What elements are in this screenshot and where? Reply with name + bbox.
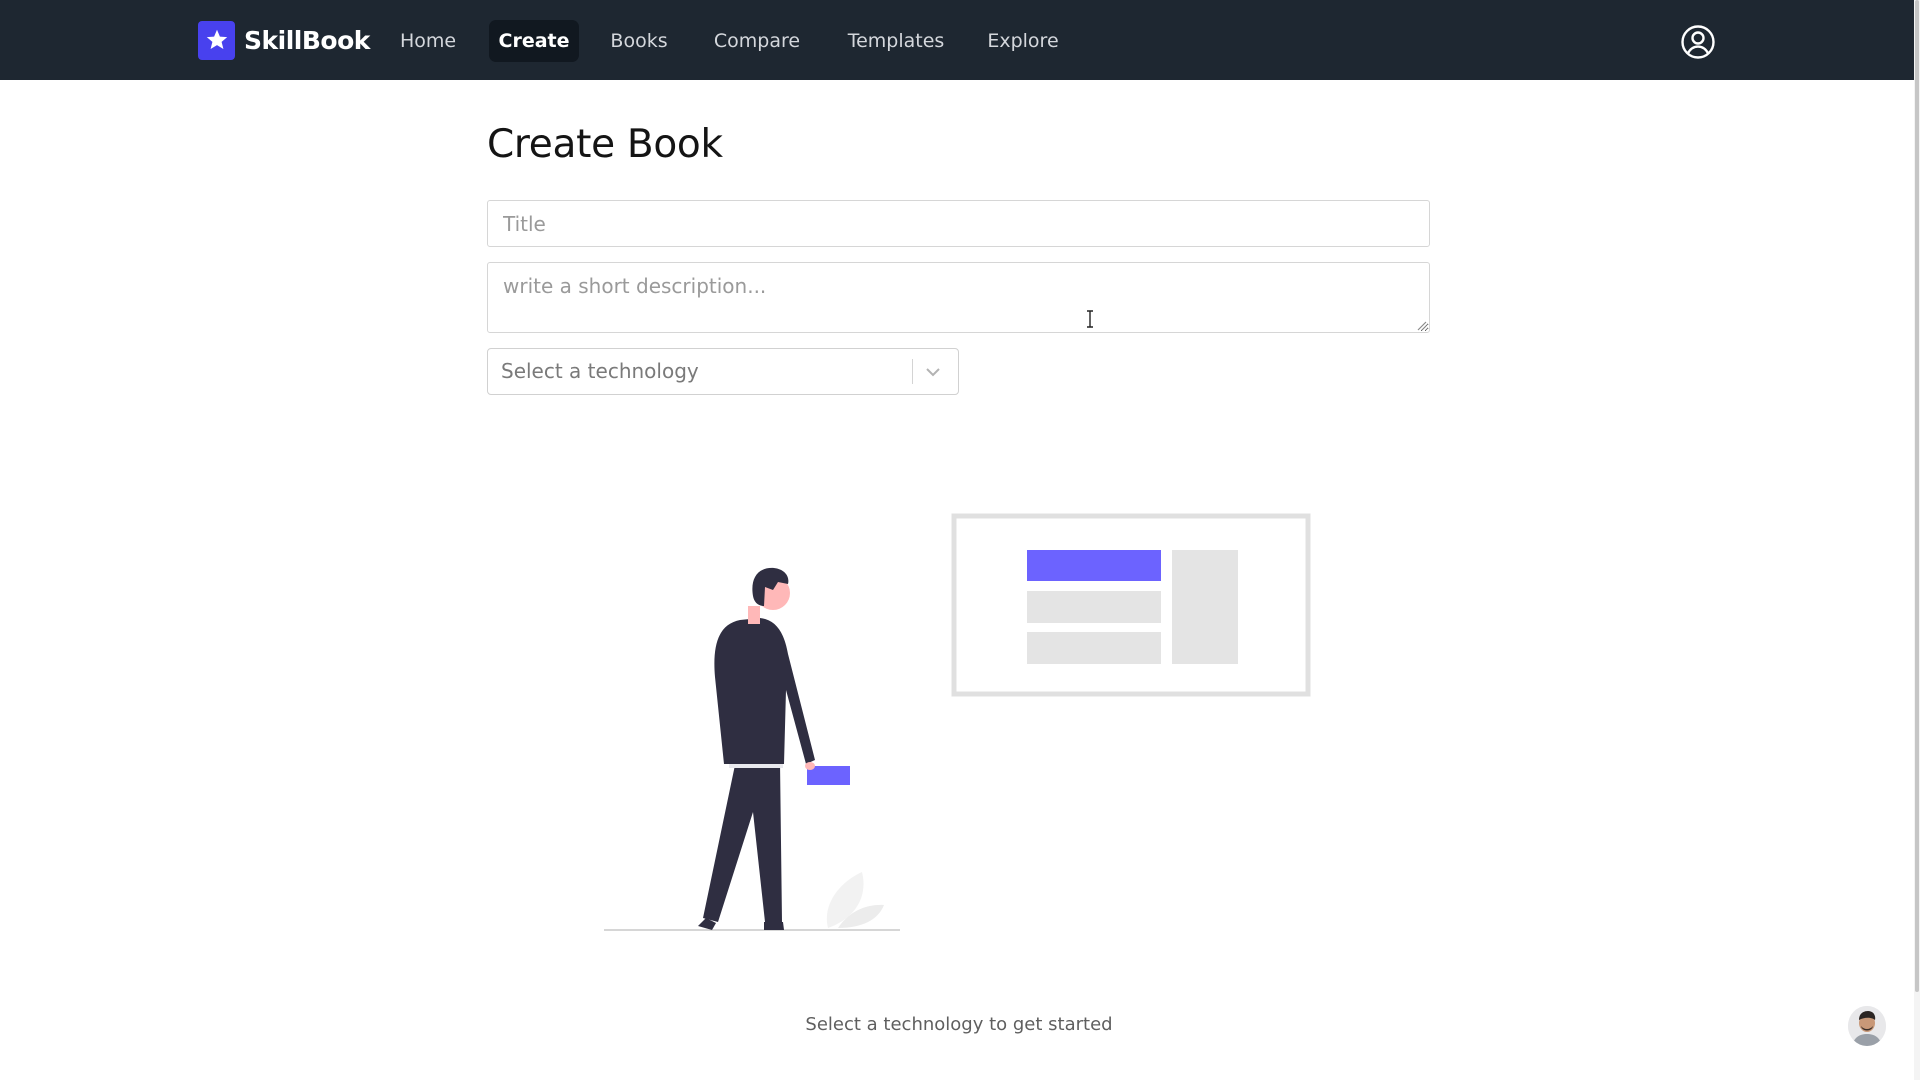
resize-handle-icon[interactable] bbox=[1416, 320, 1427, 331]
brand-logo[interactable]: SkillBook bbox=[198, 19, 370, 61]
page-title: Create Book bbox=[487, 122, 723, 167]
person-with-layout-illustration bbox=[604, 513, 1311, 931]
top-navbar: SkillBook Home Create Books Compare Temp… bbox=[0, 0, 1920, 80]
presenter-avatar bbox=[1848, 1006, 1886, 1046]
nav-create[interactable]: Create bbox=[489, 20, 579, 62]
user-circle-icon[interactable] bbox=[1680, 24, 1716, 60]
nav-compare[interactable]: Compare bbox=[704, 20, 810, 62]
chevron-down-icon[interactable] bbox=[923, 362, 943, 382]
title-input[interactable] bbox=[487, 200, 1430, 247]
scrollbar-thumb[interactable] bbox=[1915, 0, 1919, 992]
nav-explore[interactable]: Explore bbox=[982, 20, 1064, 62]
brand-name: SkillBook bbox=[244, 25, 370, 55]
select-divider bbox=[912, 359, 913, 384]
empty-state-message: Select a technology to get started bbox=[805, 1014, 1113, 1035]
nav-home[interactable]: Home bbox=[389, 20, 467, 62]
technology-select[interactable]: Select a technology bbox=[487, 348, 959, 395]
nav-templates[interactable]: Templates bbox=[840, 20, 952, 62]
technology-select-placeholder: Select a technology bbox=[501, 359, 699, 383]
nav-books[interactable]: Books bbox=[604, 20, 674, 62]
create-book-page: SkillBook Home Create Books Compare Temp… bbox=[0, 0, 1920, 1080]
description-textarea[interactable] bbox=[487, 262, 1430, 333]
star-icon bbox=[198, 20, 235, 60]
